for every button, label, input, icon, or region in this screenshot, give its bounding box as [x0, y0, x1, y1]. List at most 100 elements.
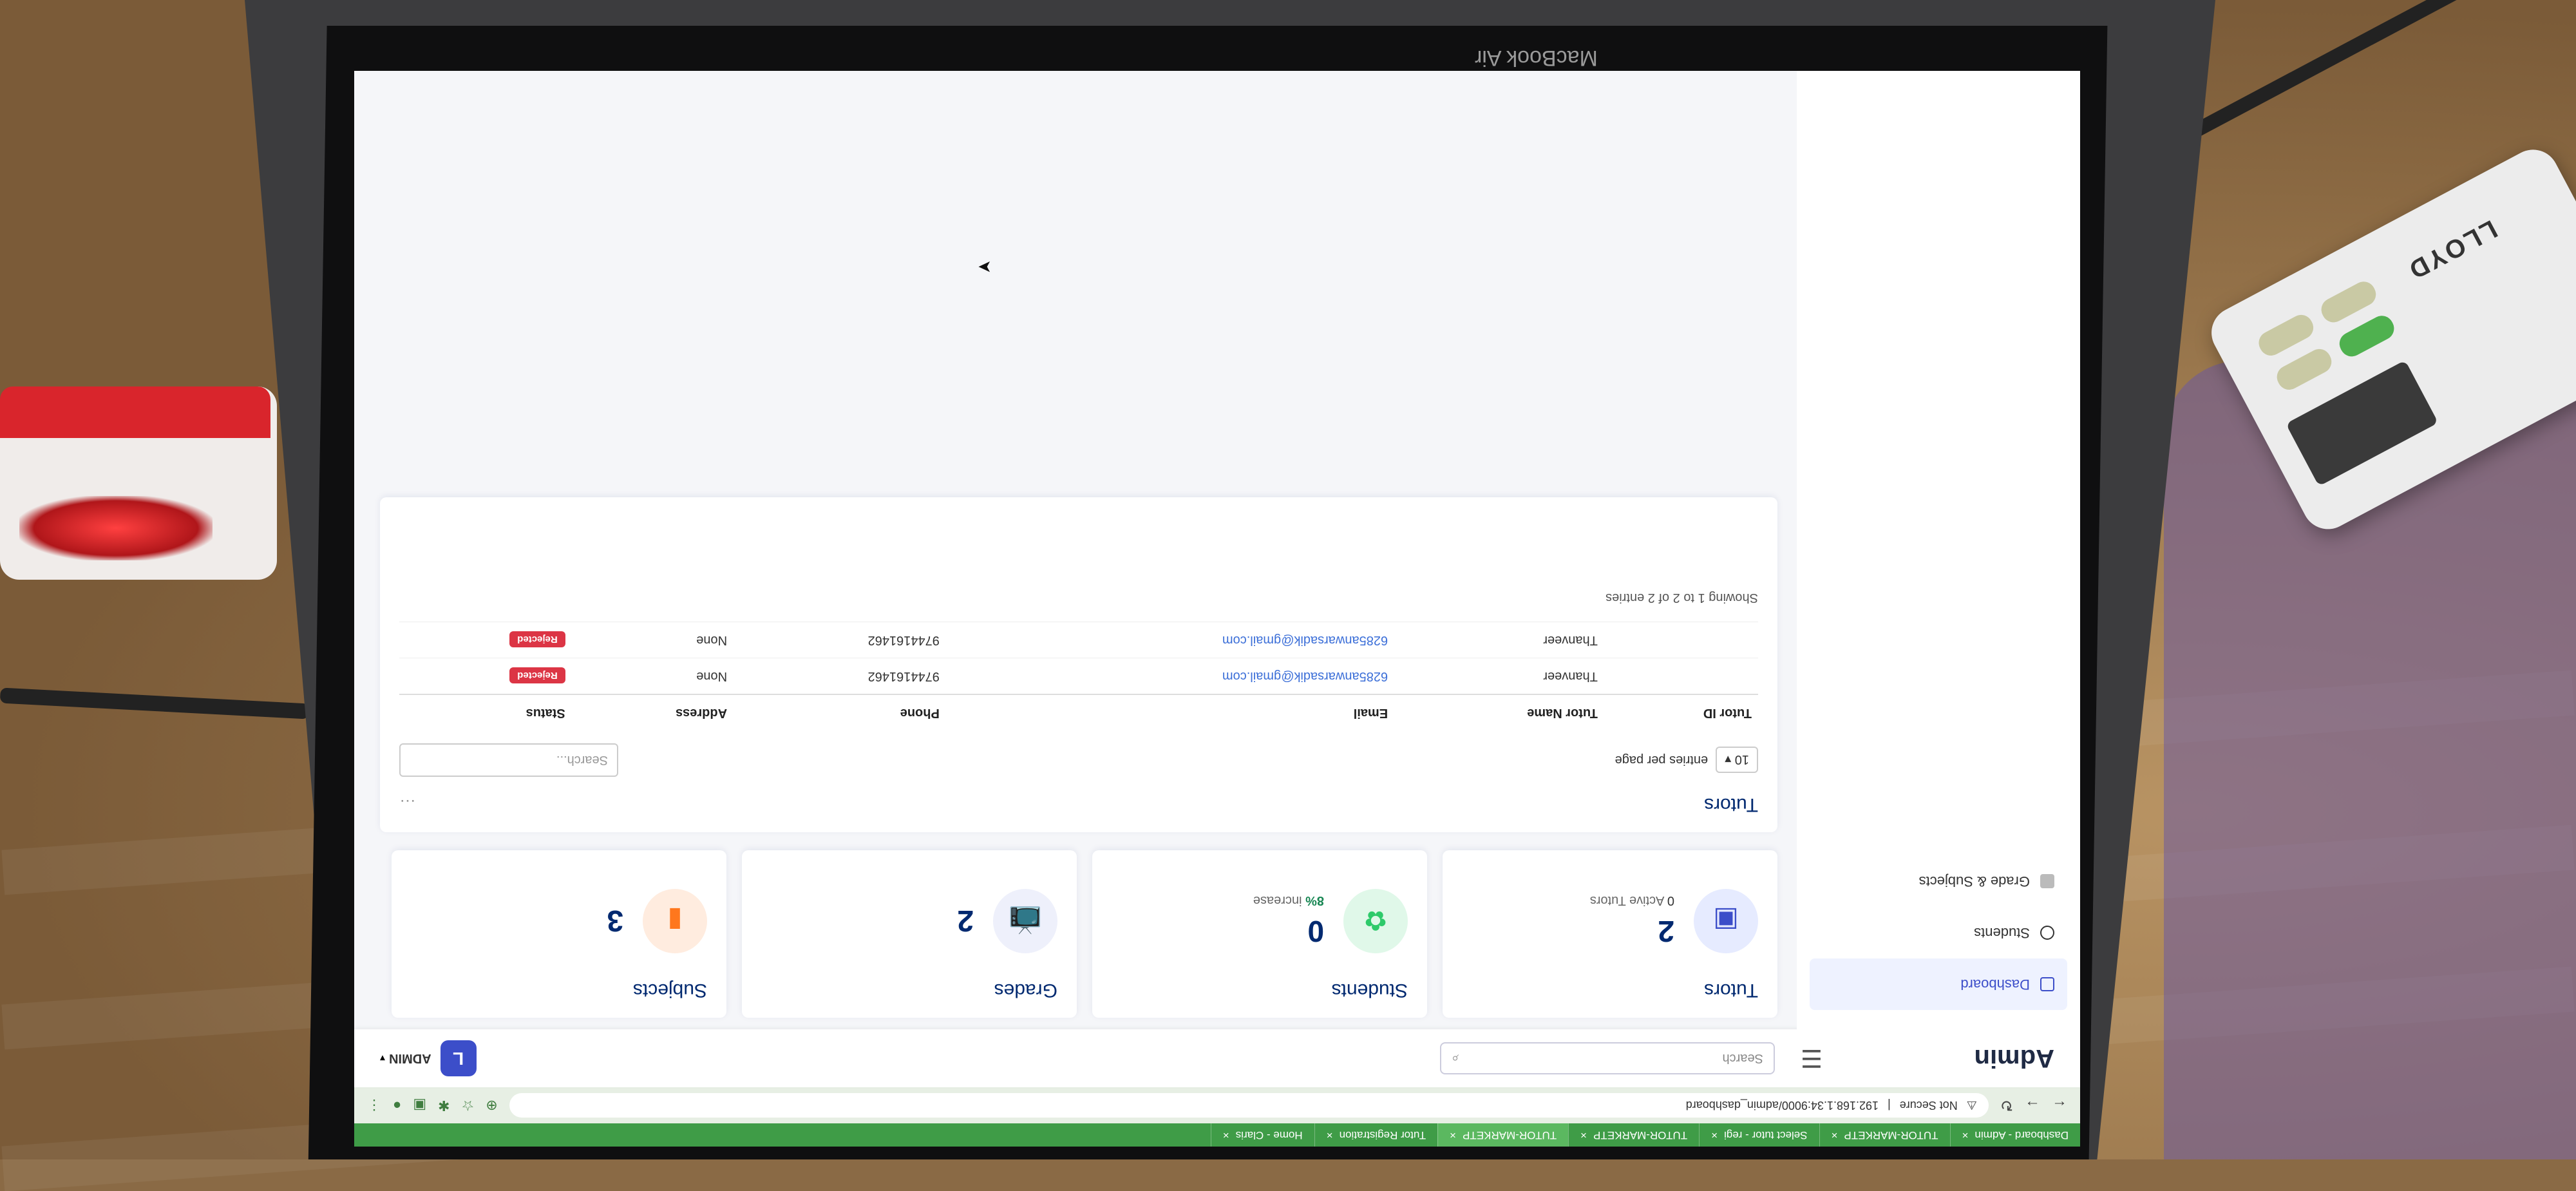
browser-tab[interactable]: Tutor Registration ×: [1314, 1123, 1438, 1147]
user-name[interactable]: ADMIN: [389, 1051, 431, 1066]
table-controls: 10 ▾ entries per page Search...: [399, 743, 1758, 777]
browser-tab[interactable]: Dashboard - Admin ×: [1949, 1123, 2080, 1147]
column-header[interactable]: Phone: [734, 694, 946, 730]
table-footer-info: Showing 1 to 2 of 2 entries: [1605, 591, 1758, 605]
sidebar-item-label: Students: [1974, 925, 2030, 941]
table-search-placeholder: Search...: [556, 753, 608, 768]
remote-button: [2317, 277, 2380, 327]
browser-tab[interactable]: TUTOR-MARKETP ×: [1568, 1123, 1700, 1147]
cell-address: None: [571, 658, 734, 694]
per-page-select[interactable]: 10 ▾: [1716, 747, 1758, 774]
tab-label: Home - Claris: [1235, 1129, 1303, 1141]
tab-label: TUTOR-MARKETP: [1463, 1129, 1557, 1141]
card-body: 0 8% increase: [1253, 893, 1324, 949]
extensions-icon[interactable]: ✱: [438, 1097, 450, 1114]
people-icon: [2040, 926, 2054, 940]
browser-tab-active[interactable]: TUTOR-MARKETP ×: [1437, 1123, 1569, 1147]
book-icon: ▮: [643, 889, 707, 953]
cell-email[interactable]: 6285anwarsadik@gmail.com: [945, 622, 1395, 658]
search-icon[interactable]: ⌕: [1452, 1051, 1459, 1066]
cell-name: Thanveer: [1394, 622, 1604, 658]
card-value: 3: [607, 904, 623, 938]
tab-label: TUTOR-MARKETP: [1593, 1129, 1688, 1141]
star-icon[interactable]: ☆: [462, 1097, 475, 1114]
status-badge: Rejected: [509, 667, 565, 683]
reload-icon[interactable]: ↻: [2000, 1096, 2013, 1115]
sidebar-item-dashboard[interactable]: Dashboard: [1810, 958, 2067, 1010]
monitor-icon: 📺: [993, 889, 1057, 953]
browser-toolbar: ← → ↻ ⚠ Not Secure | 192.168.1.34:9000/a…: [354, 1087, 2080, 1123]
cell-phone: 9744161462: [734, 658, 946, 694]
column-header[interactable]: Tutor ID: [1604, 694, 1758, 730]
grid-icon: [2040, 977, 2054, 991]
search-placeholder: Search: [1722, 1051, 1763, 1066]
close-icon[interactable]: ×: [1580, 1129, 1587, 1141]
close-icon[interactable]: ×: [1450, 1129, 1456, 1141]
table-row: Thanveer 6285anwarsadik@gmail.com 974416…: [399, 658, 1758, 694]
warning-icon: ⚠: [1966, 1099, 1977, 1112]
browser-tab[interactable]: TUTOR-MARKETP ×: [1819, 1123, 1950, 1147]
profile-icon[interactable]: ●: [393, 1097, 401, 1114]
close-icon[interactable]: ×: [1711, 1129, 1718, 1141]
card-tutors: Tutors ▣ 2 0 Active Tutors: [1443, 850, 1777, 1018]
card-row: ▮ 3: [411, 889, 707, 953]
close-icon[interactable]: ×: [1832, 1129, 1838, 1141]
sidebar-item-grade-subjects[interactable]: Grade & Subjects: [1797, 855, 2080, 907]
column-header[interactable]: Email: [945, 694, 1395, 730]
cell-email[interactable]: 6285anwarsadik@gmail.com: [945, 658, 1395, 694]
card-title: Subjects: [632, 980, 707, 1001]
close-icon[interactable]: ×: [1327, 1129, 1333, 1141]
menu-dots-icon[interactable]: ⋮: [367, 1097, 381, 1114]
address-bar[interactable]: ⚠ Not Secure | 192.168.1.34:9000/admin_d…: [509, 1093, 1989, 1118]
laptop-label: MacBook Air: [1475, 46, 1598, 70]
sidebar-item-label: Grade & Subjects: [1918, 873, 2030, 890]
column-header[interactable]: Tutor Name: [1394, 694, 1604, 730]
card-body: 2 0 Active Tutors: [1590, 893, 1674, 949]
tab-label: Select tutor - regi: [1724, 1129, 1808, 1141]
panel-title: Tutors: [1704, 794, 1758, 815]
card-value: 0: [1307, 915, 1324, 949]
power-strip-top: [0, 386, 270, 438]
per-page-label: entries per page: [1615, 753, 1709, 768]
more-dots-icon[interactable]: …: [399, 796, 416, 815]
power-light: [19, 496, 213, 560]
close-icon[interactable]: ×: [1962, 1129, 1969, 1141]
remote-button: [2273, 345, 2336, 394]
avatar[interactable]: L: [440, 1040, 477, 1076]
card-row: ✿ 0 8% increase: [1112, 889, 1408, 953]
card-value: 2: [1658, 915, 1674, 949]
book-icon: [2040, 874, 2054, 888]
column-header[interactable]: Status: [399, 694, 572, 730]
browser-tab[interactable]: Home - Claris ×: [1210, 1123, 1314, 1147]
tab-label: TUTOR-MARKETP: [1844, 1129, 1938, 1141]
tutor-id-icon: ▣: [1694, 889, 1758, 953]
url-text: 192.168.1.34:9000/admin_dashboard: [1685, 1099, 1879, 1112]
search-input[interactable]: Search ⌕: [1439, 1042, 1775, 1074]
cell-phone: 9744161462: [734, 622, 946, 658]
cell-status: Rejected: [399, 622, 572, 658]
card-title: Grades: [994, 980, 1057, 1001]
tab-label: Tutor Registration: [1339, 1129, 1426, 1141]
app-brand[interactable]: Admin: [1823, 1044, 2054, 1073]
sidebar: Dashboard Students Grade & Subjects: [1797, 71, 2080, 1029]
hamburger-icon[interactable]: ☰: [1801, 1044, 1823, 1073]
per-page-control: 10 ▾ entries per page: [1615, 747, 1758, 774]
install-icon[interactable]: ⊕: [486, 1097, 497, 1114]
sidebar-item-students[interactable]: Students: [1797, 907, 2080, 958]
table-search-input[interactable]: Search...: [399, 743, 618, 777]
card-grades: Grades 📺 2: [742, 850, 1077, 1018]
sidepanel-icon[interactable]: ▣: [413, 1097, 426, 1114]
browser-tab-bar: Dashboard - Admin × TUTOR-MARKETP × Select…: [354, 1123, 2080, 1147]
forward-arrow-icon[interactable]: →: [2025, 1096, 2040, 1114]
tutors-table: Tutor ID Tutor Name Email Phone Address …: [399, 622, 1758, 730]
table-row: Thanveer 6285anwarsadik@gmail.com 974416…: [399, 622, 1758, 658]
tab-label: Dashboard - Admin: [1975, 1129, 2069, 1141]
mouse-pointer-icon: ➤: [978, 258, 992, 277]
cell-id: [1604, 622, 1758, 658]
chevron-down-icon[interactable]: ▾: [380, 1052, 385, 1065]
column-header[interactable]: Address: [571, 694, 734, 730]
close-icon[interactable]: ×: [1223, 1129, 1229, 1141]
browser-tab[interactable]: Select tutor - regi ×: [1699, 1123, 1819, 1147]
back-arrow-icon[interactable]: ←: [2052, 1096, 2067, 1114]
